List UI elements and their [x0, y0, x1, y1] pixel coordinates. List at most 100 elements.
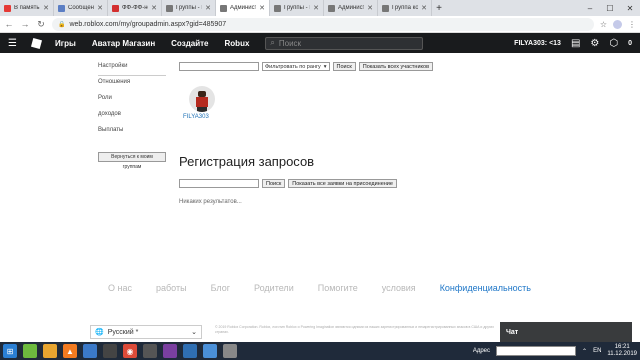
bookmark-star-icon[interactable]: ☆ — [600, 20, 607, 29]
member-card[interactable]: FILYA303 — [183, 86, 215, 120]
tab-close-icon[interactable]: ✕ — [313, 4, 319, 12]
sidebar-item-roles[interactable]: Роли — [98, 92, 166, 108]
browser-tab[interactable]: Администрато ✕ — [216, 0, 270, 16]
tab-label: Сообщения — [68, 5, 94, 11]
tab-favicon-icon — [4, 4, 11, 12]
footer-link-jobs[interactable]: работы — [156, 283, 187, 293]
footer-link-terms[interactable]: условия — [382, 283, 416, 293]
nav-link-avatar-shop[interactable]: Аватар Магазин — [92, 39, 155, 48]
app-icon[interactable] — [143, 344, 157, 358]
footer-link-blog[interactable]: Блог — [211, 283, 230, 293]
sidebar-item-payouts[interactable]: Выплаты — [98, 124, 166, 140]
browser-tab[interactable]: Администрато ✕ — [324, 0, 378, 16]
search-placeholder: Поиск — [278, 38, 302, 48]
app-icon[interactable] — [203, 344, 217, 358]
sidebar-item-revenue[interactable]: доходов — [98, 108, 166, 124]
tab-close-icon[interactable]: ✕ — [421, 4, 427, 12]
sidebar-item-settings[interactable]: Настройки — [98, 60, 166, 76]
show-all-members-button[interactable]: Показать всех участников — [358, 62, 433, 71]
request-search-input[interactable] — [179, 179, 259, 188]
app-icon[interactable] — [223, 344, 237, 358]
nav-link-create[interactable]: Создайте — [171, 39, 208, 48]
gear-icon[interactable]: ⚙ — [590, 38, 599, 49]
lock-icon: 🔒 — [58, 21, 66, 28]
tab-close-icon[interactable]: ✕ — [259, 4, 265, 12]
clock-time: 16:21 — [614, 344, 630, 350]
roblox-search-input[interactable]: ⌕ Поиск — [265, 36, 424, 50]
footer-link-about[interactable]: О нас — [108, 283, 132, 293]
language-select[interactable]: 🌐 Русский * ⌄ — [90, 325, 202, 339]
chrome-icon[interactable]: ◉ — [123, 344, 137, 358]
app-icon[interactable] — [23, 344, 37, 358]
tab-label: Группы - Robl — [284, 5, 310, 11]
sidebar-item-relationships[interactable]: Отношения — [98, 76, 166, 92]
member-search-input[interactable] — [179, 62, 259, 71]
globe-icon: 🌐 — [95, 329, 104, 336]
roblox-logo-icon[interactable] — [30, 37, 43, 49]
app-icon[interactable] — [103, 344, 117, 358]
join-requests-title: Регистрация запросов — [179, 154, 315, 169]
member-search-button[interactable]: Поиск — [332, 62, 356, 71]
reload-icon[interactable]: ↻ — [36, 19, 46, 30]
address-bar: ← → ↻ 🔒 web.roblox.com/my/groupadmin.asp… — [0, 16, 640, 33]
app-icon[interactable] — [163, 344, 177, 358]
app-icon[interactable] — [183, 344, 197, 358]
nav-link-robux[interactable]: Robux — [225, 39, 250, 48]
notifications-icon[interactable]: ▤ — [571, 38, 580, 49]
minimize-icon[interactable]: – — [580, 0, 600, 16]
profile-avatar-icon[interactable] — [613, 19, 622, 29]
forward-arrow-icon[interactable]: → — [20, 19, 30, 29]
maximize-icon[interactable]: ☐ — [600, 0, 620, 16]
footer-link-help[interactable]: Помогите — [318, 283, 358, 293]
close-window-icon[interactable]: ✕ — [620, 0, 640, 16]
footer-link-privacy[interactable]: Конфиденциальность — [440, 283, 531, 293]
tab-close-icon[interactable]: ✕ — [205, 4, 211, 12]
nav-link-games[interactable]: Игры — [55, 39, 76, 48]
footer-link-parents[interactable]: Родители — [254, 283, 294, 293]
member-name[interactable]: FILYA303 — [183, 114, 213, 120]
tab-label: ФФ-ФФ-нелик — [122, 5, 148, 11]
language-indicator[interactable]: EN — [593, 348, 601, 354]
folder-icon[interactable] — [43, 344, 57, 358]
avatar[interactable] — [189, 86, 215, 112]
rank-filter-label: Фильтровать по рангу — [265, 63, 321, 70]
browser-tab[interactable]: Группы - Robl ✕ — [270, 0, 324, 16]
robux-icon[interactable]: ⬡ — [609, 38, 618, 49]
tab-close-icon[interactable]: ✕ — [97, 4, 103, 12]
new-tab-icon[interactable]: + — [432, 0, 446, 16]
tab-favicon-icon — [328, 4, 335, 12]
rank-filter-select[interactable]: Фильтровать по рангу ▾ — [262, 62, 330, 71]
browser-tab[interactable]: Сообщения ✕ — [54, 0, 108, 16]
browser-tab[interactable]: В память бене ✕ — [0, 0, 54, 16]
system-tray-icon[interactable]: ⌃ — [582, 348, 587, 355]
chat-bar[interactable]: Чат — [500, 322, 632, 342]
back-to-groups-button[interactable]: Вернуться к моим — [98, 152, 166, 162]
taskbar-address-input[interactable] — [496, 346, 577, 356]
clock-date: 11.12.2019 — [607, 351, 637, 357]
no-results-text: Никаких результатов... — [179, 199, 242, 205]
show-all-requests-button[interactable]: Показать все заявки на присоединение — [288, 179, 397, 188]
roblox-header: ☰ Игры Аватар Магазин Создайте Robux ⌕ П… — [0, 33, 640, 53]
browser-tab[interactable]: Группа комп ✕ — [378, 0, 432, 16]
url-field[interactable]: 🔒 web.roblox.com/my/groupadmin.aspx?gid=… — [52, 17, 594, 31]
tab-favicon-icon — [274, 4, 281, 12]
vlc-icon[interactable]: ▲ — [63, 344, 77, 358]
tab-close-icon[interactable]: ✕ — [43, 4, 49, 12]
tab-close-icon[interactable]: ✕ — [367, 4, 373, 12]
menu-dots-icon[interactable]: ⋮ — [628, 20, 636, 29]
address-label: Адрес — [472, 348, 491, 354]
steam-icon[interactable] — [83, 344, 97, 358]
browser-tab[interactable]: ФФ-ФФ-нелик ✕ — [108, 0, 162, 16]
hamburger-menu-icon[interactable]: ☰ — [8, 38, 22, 49]
back-arrow-icon[interactable]: ← — [4, 19, 14, 29]
request-search-button[interactable]: Поиск — [262, 179, 286, 188]
tab-label: В память бене — [14, 5, 40, 11]
browser-tab[interactable]: Группы - Robl ✕ — [162, 0, 216, 16]
language-label: Русский * — [107, 328, 139, 336]
windows-taskbar: ⊞ ▲ ◉ Адрес ⌃ EN 16:21 11.12.2019 — [0, 342, 640, 360]
clock[interactable]: 16:21 11.12.2019 — [607, 344, 637, 358]
username-label[interactable]: FILYA303: <13 — [514, 40, 561, 47]
tab-close-icon[interactable]: ✕ — [151, 4, 157, 12]
start-windows-icon[interactable]: ⊞ — [3, 344, 17, 358]
tab-favicon-icon — [166, 4, 173, 12]
